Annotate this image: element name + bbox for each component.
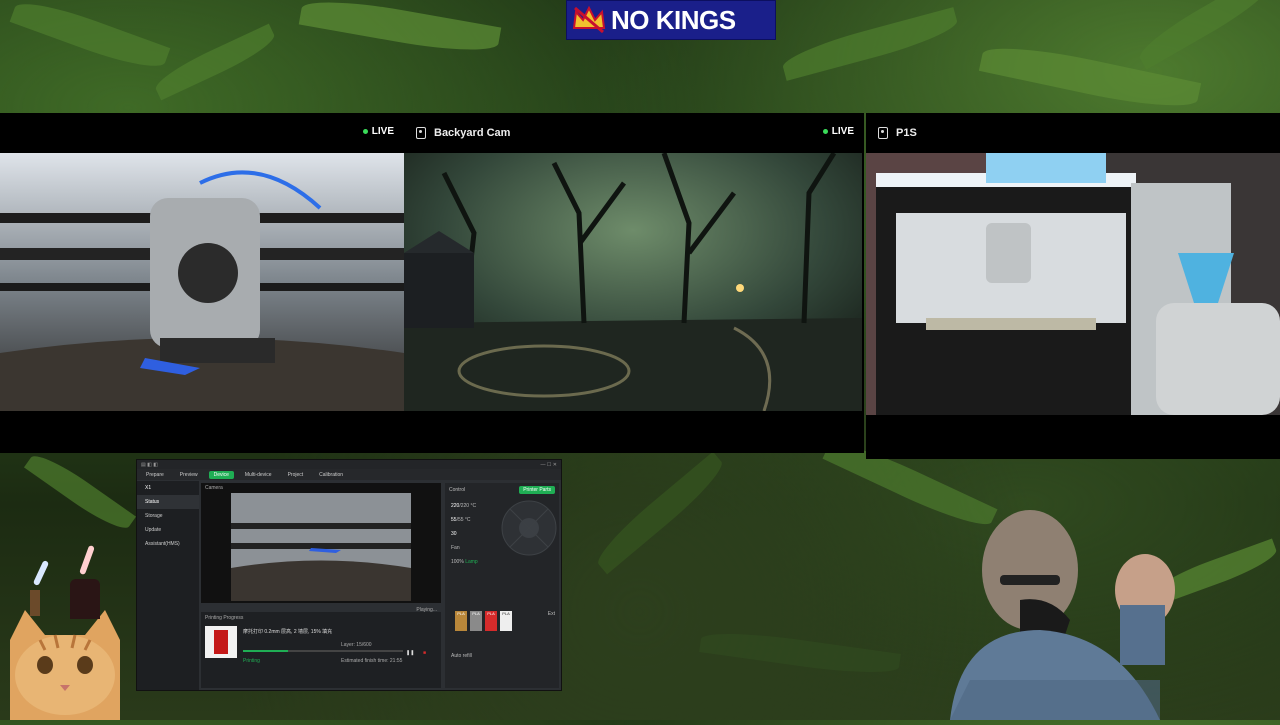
bambu-studio-window[interactable]: ▤ ◧ ◧ — ☐ ✕ Prepare Preview Device Multi…: [136, 459, 562, 691]
control-panel: Control Printer Parts 220/220 °C 55/55 °…: [445, 483, 559, 688]
camera-name: P1S: [896, 127, 917, 139]
tab-project[interactable]: Project: [283, 471, 309, 479]
tab-multi-device[interactable]: Multi-device: [240, 471, 277, 479]
camera-name: Backyard Cam: [434, 127, 511, 139]
sidebar-item-status[interactable]: Status: [137, 495, 199, 509]
app-camera-view: [231, 493, 411, 601]
ams-slot-1[interactable]: PLA: [455, 611, 467, 631]
camera-icon: [416, 127, 426, 139]
printer-parts-button[interactable]: Printer Parts: [519, 486, 555, 494]
auto-refill-button[interactable]: Auto refill: [451, 653, 472, 659]
live-indicator: LIVE: [822, 126, 854, 137]
chamber-temp: 30: [451, 531, 457, 537]
live-indicator: LIVE: [362, 126, 394, 137]
banner-text: NO KINGS: [611, 4, 736, 35]
tab-device[interactable]: Device: [208, 470, 234, 479]
ams-slot-3[interactable]: PLA: [485, 611, 497, 631]
crown-icon: [567, 2, 611, 38]
sidebar-item-storage[interactable]: Storage: [137, 509, 199, 523]
fan-label[interactable]: Fan: [451, 541, 478, 555]
app-tabs: Prepare Preview Device Multi-device Proj…: [137, 469, 561, 480]
camera-tile-p1s[interactable]: P1S: [866, 113, 1280, 459]
camera-tile-x1[interactable]: LIVE: [0, 113, 404, 453]
printer-camera-feed: [0, 153, 404, 411]
lightsaber-figure-left: [30, 559, 50, 620]
ams-slot-2[interactable]: PLA: [470, 611, 482, 631]
device-selector[interactable]: X1: [137, 481, 199, 495]
printing-progress-panel: Printing Progress 摩托打印 0.2mm 层高, 2 墙层, 1…: [201, 612, 441, 688]
printing-status: Printing: [243, 658, 260, 664]
tab-calibration[interactable]: Calibration: [314, 471, 348, 479]
cat-overlay: [0, 590, 130, 720]
stop-button[interactable]: ■: [423, 650, 426, 656]
no-kings-banner: NO KINGS: [566, 0, 776, 40]
camera-label: Camera: [205, 485, 223, 491]
tab-prepare[interactable]: Prepare: [141, 471, 169, 479]
app-camera-panel: Camera Playing...: [201, 483, 441, 613]
pause-button[interactable]: ❚❚: [406, 650, 414, 656]
speed-label[interactable]: Lamp: [465, 559, 478, 565]
ams-slots: PLA PLA PLA PLA: [455, 611, 512, 631]
print-thumbnail: [205, 626, 237, 658]
backyard-camera-feed: [404, 153, 862, 411]
print-progress-bar: [243, 650, 403, 652]
sidebar-item-update[interactable]: Update: [137, 523, 199, 537]
app-titlebar: ▤ ◧ ◧ — ☐ ✕: [137, 460, 561, 469]
streamer-webcam: [930, 500, 1210, 720]
ext-label: Ext: [547, 611, 555, 617]
p1s-camera-feed: [866, 153, 1280, 415]
speed-value[interactable]: 100%: [451, 559, 464, 565]
ams-slot-4[interactable]: PLA: [500, 611, 512, 631]
lightsaber-figure-right: [70, 544, 110, 620]
print-file-name: 摩托打印 0.2mm 层高, 2 墙层, 15% 填充: [243, 629, 333, 635]
bed-target[interactable]: /55 °C: [457, 517, 471, 523]
axis-jog-pad[interactable]: [500, 499, 558, 557]
camera-icon: [878, 127, 888, 139]
layer-info: Layer: 15/600: [341, 642, 372, 648]
tab-preview[interactable]: Preview: [175, 471, 203, 479]
camera-tile-backyard[interactable]: Backyard Cam LIVE: [404, 113, 864, 453]
sidebar-item-assistant[interactable]: Assistant(HMS): [137, 537, 199, 551]
device-sidebar: X1 Status Storage Update Assistant(HMS): [137, 481, 199, 690]
printing-progress-label: Printing Progress: [205, 615, 244, 621]
control-label: Control: [449, 487, 466, 493]
nozzle-target[interactable]: /220 °C: [459, 503, 476, 509]
estimated-finish: Estimated finish time: 21:55: [341, 658, 403, 664]
